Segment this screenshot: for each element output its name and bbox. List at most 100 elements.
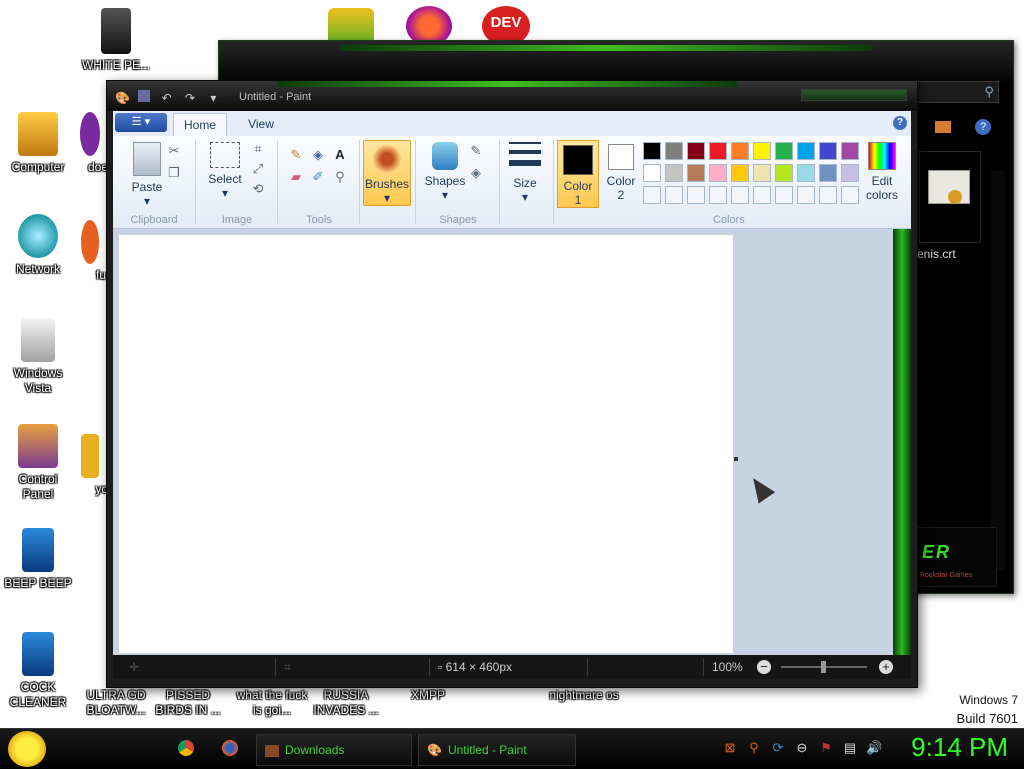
chrome-icon[interactable]: [178, 740, 194, 756]
size-button[interactable]: Size ▾: [503, 142, 547, 204]
palette-swatch-empty[interactable]: [665, 186, 683, 204]
palette-swatch[interactable]: [819, 164, 837, 182]
customize-qat-icon[interactable]: ▾: [206, 91, 220, 105]
color-picker-icon[interactable]: ✐: [309, 168, 327, 186]
desktop-icon-white-pe[interactable]: WHITE PE...: [80, 8, 152, 73]
firefox-icon[interactable]: [222, 740, 238, 756]
palette-swatch[interactable]: [731, 164, 749, 182]
paint-titlebar[interactable]: 🎨 ↶ ↷ ▾ Untitled - Paint: [107, 81, 917, 111]
desktop-icon-pissed-birds[interactable]: PISSED BIRDS IN ...: [152, 684, 224, 718]
drawing-canvas[interactable]: [119, 235, 733, 653]
desktop-icon-fu[interactable]: fu: [70, 220, 110, 283]
select-button[interactable]: Select ▾: [203, 142, 247, 200]
volume-icon[interactable]: 🔊: [866, 740, 882, 756]
palette-swatch[interactable]: [797, 164, 815, 182]
palette-swatch[interactable]: [841, 164, 859, 182]
palette-swatch[interactable]: [731, 142, 749, 160]
magnifier-icon[interactable]: ⚲: [331, 168, 349, 186]
desktop-icon-cock-cleaner[interactable]: COCK CLEANER: [2, 632, 74, 710]
file-menu-button[interactable]: ☰ ▾: [115, 113, 167, 132]
palette-swatch-empty[interactable]: [819, 186, 837, 204]
palette-swatch-empty[interactable]: [687, 186, 705, 204]
palette-swatch[interactable]: [709, 142, 727, 160]
palette-swatch-empty[interactable]: [709, 186, 727, 204]
crop-icon[interactable]: ⌗: [249, 140, 267, 158]
shapes-button[interactable]: Shapes ▾: [423, 142, 467, 202]
desktop-icon-russia-invades[interactable]: RUSSIA INVADES ...: [310, 684, 382, 718]
rotate-icon[interactable]: ⟲: [249, 180, 267, 198]
undo-icon[interactable]: ↶: [160, 91, 174, 105]
fill-shape-icon[interactable]: ◈: [467, 164, 485, 182]
cut-icon[interactable]: ✂: [165, 142, 183, 160]
color1-button[interactable]: Color 1: [557, 140, 599, 208]
palette-swatch[interactable]: [665, 164, 683, 182]
palette-swatch-empty[interactable]: [797, 186, 815, 204]
desktop-icon-doe[interactable]: doe: [70, 112, 110, 175]
eraser-icon[interactable]: ▰: [287, 168, 305, 186]
zoom-slider[interactable]: [781, 661, 867, 673]
clock[interactable]: 9:14 PM: [911, 732, 1008, 763]
palette-swatch[interactable]: [775, 164, 793, 182]
desktop-icon-beep-beep[interactable]: BEEP BEEP: [2, 528, 74, 591]
palette-swatch-empty[interactable]: [775, 186, 793, 204]
palette-swatch-empty[interactable]: [841, 186, 859, 204]
zoom-in-button[interactable]: +: [879, 660, 893, 674]
pencil-icon[interactable]: ✎: [287, 146, 305, 164]
palette-swatch[interactable]: [775, 142, 793, 160]
palette-swatch[interactable]: [819, 142, 837, 160]
desktop-icon-computer[interactable]: Computer: [2, 112, 74, 175]
palette-swatch[interactable]: [643, 164, 661, 182]
desktop-icon-yo[interactable]: yo: [70, 434, 110, 497]
palette-swatch-empty[interactable]: [753, 186, 771, 204]
desktop-icon-ultra-gd[interactable]: ULTRA GD BLOATW...: [80, 684, 152, 718]
fill-icon[interactable]: ◈: [309, 146, 327, 164]
save-icon[interactable]: [138, 90, 151, 102]
desktop-icon-control-panel[interactable]: Control Panel: [2, 424, 74, 502]
folder-icon[interactable]: [935, 121, 951, 133]
scrollbar[interactable]: [991, 171, 1005, 571]
paint-app-icon[interactable]: 🎨: [115, 91, 130, 105]
outline-icon[interactable]: ✎: [467, 142, 485, 160]
taskbar-item-downloads[interactable]: Downloads: [256, 734, 412, 766]
paint-window[interactable]: 🎨 ↶ ↷ ▾ Untitled - Paint ☰ ▾ Home View ?…: [106, 80, 918, 688]
palette-swatch[interactable]: [841, 142, 859, 160]
canvas-resize-handle[interactable]: [734, 457, 738, 461]
help-icon[interactable]: ?: [975, 119, 991, 135]
network-icon[interactable]: ▤: [842, 740, 858, 756]
palette-swatch[interactable]: [687, 164, 705, 182]
palette-swatch[interactable]: [709, 164, 727, 182]
desktop-icon-what-the[interactable]: what the fuck is goi...: [236, 684, 308, 718]
text-icon[interactable]: A: [331, 146, 349, 164]
desktop-icon-network[interactable]: Network: [2, 214, 74, 277]
tray-sync-icon[interactable]: ⟳: [770, 740, 786, 756]
palette-swatch[interactable]: [665, 142, 683, 160]
action-center-flag-icon[interactable]: ⚑: [818, 740, 834, 756]
tray-search-icon[interactable]: ⚲: [746, 740, 762, 756]
zoom-out-button[interactable]: −: [757, 660, 771, 674]
palette-swatch[interactable]: [753, 142, 771, 160]
tray-app-icon[interactable]: ⊠: [722, 740, 738, 756]
edit-colors-button[interactable]: Edit colors: [859, 142, 905, 202]
tab-view[interactable]: View: [233, 113, 289, 136]
palette-swatch-empty[interactable]: [731, 186, 749, 204]
palette-swatch[interactable]: [643, 142, 661, 160]
vertical-scrollbar[interactable]: [893, 229, 911, 655]
window-control-buttons[interactable]: [801, 89, 907, 101]
palette-swatch-empty[interactable]: [643, 186, 661, 204]
tab-home[interactable]: Home: [173, 113, 227, 137]
start-button[interactable]: [8, 731, 46, 767]
color2-button[interactable]: Color 2: [601, 144, 641, 202]
copy-icon[interactable]: ❐: [165, 164, 183, 182]
palette-swatch[interactable]: [797, 142, 815, 160]
certificate-file-item[interactable]: [919, 151, 981, 243]
palette-swatch[interactable]: [753, 164, 771, 182]
tray-minus-icon[interactable]: ⊖: [794, 740, 810, 756]
redo-icon[interactable]: ↷: [183, 91, 197, 105]
desktop-icon-windows-vista[interactable]: Windows Vista: [2, 318, 74, 396]
zoom-slider-thumb[interactable]: [821, 661, 826, 673]
help-icon[interactable]: ?: [893, 116, 907, 130]
brushes-button[interactable]: Brushes ▾: [363, 140, 411, 206]
taskbar-item-paint[interactable]: 🎨 Untitled - Paint: [418, 734, 576, 766]
palette-swatch[interactable]: [687, 142, 705, 160]
resize-icon[interactable]: ⤢: [249, 160, 267, 178]
